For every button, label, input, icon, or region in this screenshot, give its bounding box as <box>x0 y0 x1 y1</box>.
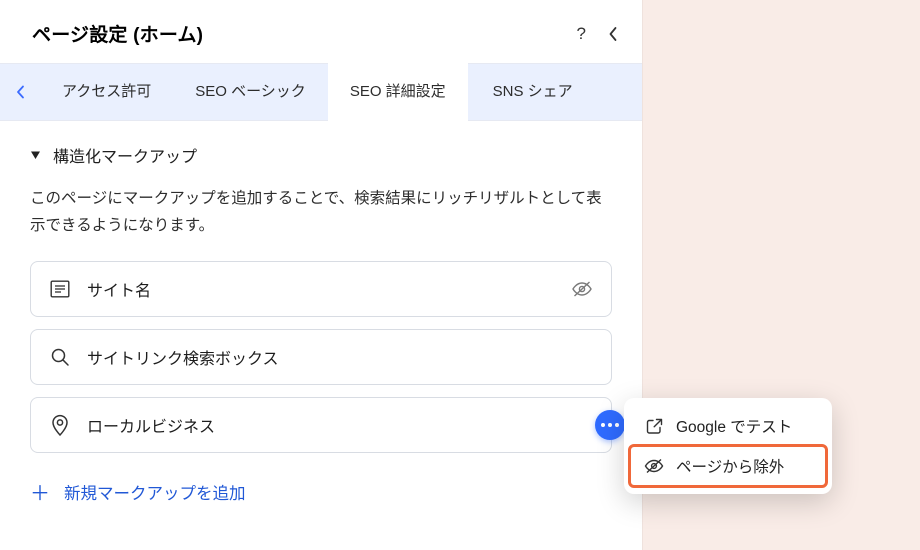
markup-item-local-business[interactable]: ローカルビジネス <box>30 397 612 453</box>
markup-item-sitelinks-search[interactable]: サイトリンク検索ボックス <box>30 329 612 385</box>
tabs-bar: アクセス許可 SEO ベーシック SEO 詳細設定 SNS シェア <box>0 63 642 121</box>
more-actions-button[interactable] <box>595 410 625 440</box>
add-markup-button[interactable]: ＋ 新規マークアップを追加 <box>0 453 642 530</box>
search-icon <box>49 347 71 367</box>
menu-item-label: Google でテスト <box>676 415 792 437</box>
tabs-scroll-left[interactable] <box>0 64 40 120</box>
plus-icon: ＋ <box>30 477 50 506</box>
eye-off-icon <box>571 279 593 299</box>
markup-list: サイト名 サイトリンク検索ボックス ローカルビジネス <box>30 261 612 453</box>
add-markup-label: 新規マークアップを追加 <box>64 480 246 504</box>
tab-seo-basic[interactable]: SEO ベーシック <box>173 64 328 120</box>
markup-item-label: サイトリンク検索ボックス <box>87 345 279 369</box>
section-title-text: 構造化マークアップ <box>53 143 197 167</box>
menu-item-test-google[interactable]: Google でテスト <box>630 406 826 446</box>
tab-access[interactable]: アクセス許可 <box>40 64 173 120</box>
markup-actions-popover: Google でテスト ページから除外 <box>624 398 832 494</box>
header-actions: ? <box>577 24 618 44</box>
menu-item-label: ページから除外 <box>676 455 784 477</box>
document-icon <box>49 280 71 298</box>
tab-sns-share[interactable]: SNS シェア <box>468 64 598 120</box>
settings-panel: ページ設定 (ホーム) ? アクセス許可 SEO ベーシック SEO 詳細設定 … <box>0 0 642 550</box>
panel-header: ページ設定 (ホーム) ? <box>0 0 642 63</box>
tab-seo-advanced[interactable]: SEO 詳細設定 <box>328 63 468 121</box>
help-icon[interactable]: ? <box>577 24 586 44</box>
back-chevron-icon[interactable] <box>608 26 618 42</box>
external-link-icon <box>644 418 664 435</box>
markup-item-label: サイト名 <box>87 277 151 301</box>
markup-item-label: ローカルビジネス <box>87 413 215 437</box>
triangle-down-icon <box>30 150 41 160</box>
menu-item-exclude-page[interactable]: ページから除外 <box>630 446 826 486</box>
eye-off-icon <box>644 457 664 475</box>
page-title: ページ設定 (ホーム) <box>32 20 203 47</box>
section-toggle[interactable]: 構造化マークアップ <box>30 143 612 167</box>
structured-markup-section: 構造化マークアップ このページにマークアップを追加することで、検索結果にリッチリ… <box>0 121 642 453</box>
section-description: このページにマークアップを追加することで、検索結果にリッチリザルトとして表示でき… <box>30 185 612 239</box>
pin-icon <box>49 414 71 436</box>
markup-item-sitename[interactable]: サイト名 <box>30 261 612 317</box>
